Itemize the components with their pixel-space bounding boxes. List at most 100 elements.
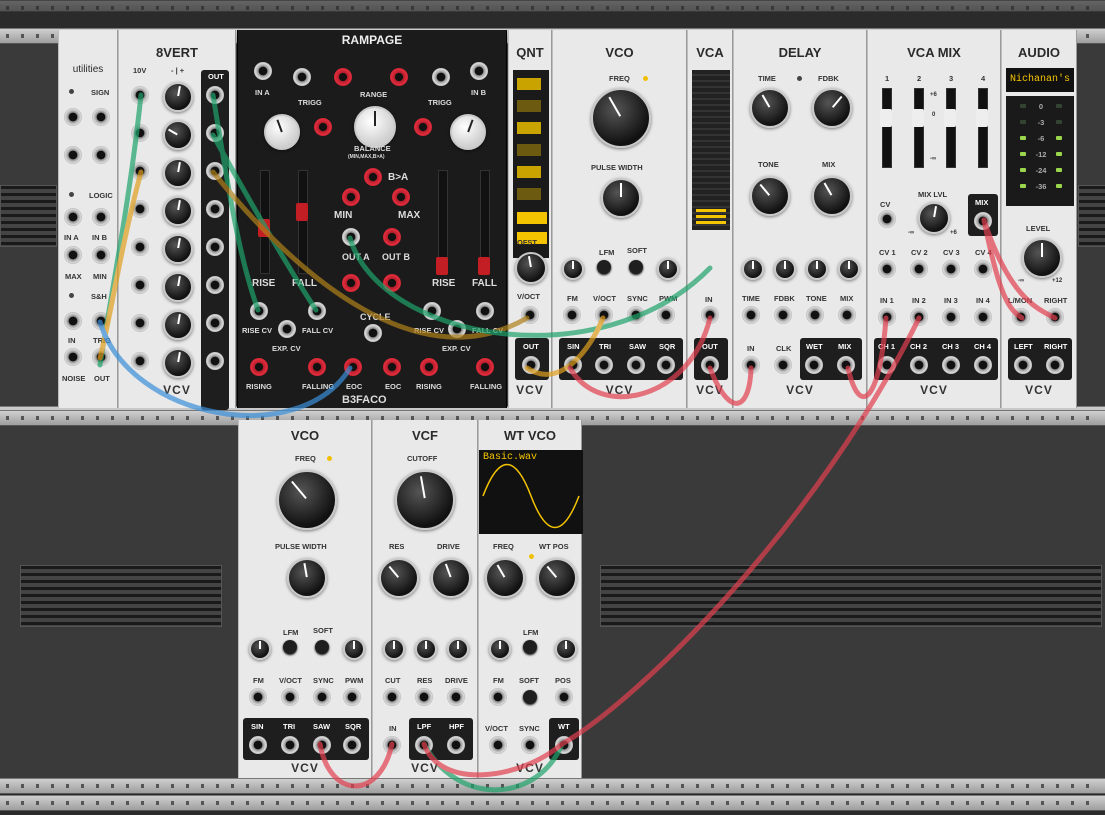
jack[interactable] — [64, 246, 82, 264]
attenuverter-knob[interactable] — [163, 310, 193, 340]
jack[interactable] — [64, 108, 82, 126]
fader-handle[interactable] — [976, 109, 988, 127]
jack[interactable] — [383, 274, 401, 292]
jack[interactable] — [131, 238, 149, 256]
attenuverter-knob[interactable] — [163, 196, 193, 226]
jack[interactable] — [293, 68, 311, 86]
attenuverter-knob[interactable] — [163, 348, 193, 378]
level-knob[interactable] — [1022, 238, 1062, 278]
knob[interactable] — [450, 114, 486, 150]
jack[interactable] — [343, 736, 361, 754]
jack[interactable] — [92, 146, 110, 164]
jack[interactable] — [1046, 308, 1064, 326]
jack[interactable] — [313, 736, 331, 754]
jack[interactable] — [942, 260, 960, 278]
rampage-module[interactable]: RAMPAGE IN A TRIGG RANGE TRIGG IN B BALA… — [237, 30, 507, 408]
time-knob[interactable] — [750, 88, 790, 128]
key[interactable] — [517, 166, 541, 178]
fader[interactable] — [258, 170, 270, 274]
jack[interactable] — [563, 306, 581, 324]
jack[interactable] — [92, 208, 110, 226]
channel-fader[interactable] — [880, 88, 892, 168]
jack[interactable] — [595, 356, 613, 374]
jack[interactable] — [910, 356, 928, 374]
jack[interactable] — [281, 688, 299, 706]
fader-handle[interactable] — [296, 203, 308, 221]
jack[interactable] — [447, 688, 465, 706]
jack[interactable] — [555, 736, 573, 754]
jack[interactable] — [878, 210, 896, 228]
knob[interactable] — [343, 638, 365, 660]
key[interactable] — [517, 212, 547, 224]
soft-button[interactable] — [629, 260, 643, 274]
cutoff-knob[interactable] — [395, 470, 455, 530]
jack[interactable] — [249, 736, 267, 754]
jack[interactable] — [64, 146, 82, 164]
jack[interactable] — [342, 188, 360, 206]
jack[interactable] — [974, 260, 992, 278]
fader-handle[interactable] — [880, 109, 892, 127]
key[interactable] — [517, 78, 541, 90]
jack[interactable] — [910, 260, 928, 278]
key[interactable] — [517, 144, 541, 156]
fader-handle[interactable] — [478, 257, 490, 275]
jack[interactable] — [206, 276, 224, 294]
jack[interactable] — [657, 306, 675, 324]
jack[interactable] — [595, 306, 613, 324]
knob[interactable] — [447, 638, 469, 660]
drive-knob[interactable] — [431, 558, 471, 598]
freq-knob[interactable] — [591, 88, 651, 148]
jack[interactable] — [415, 736, 433, 754]
lfm-button[interactable] — [283, 640, 297, 654]
jack[interactable] — [447, 736, 465, 754]
jack[interactable] — [489, 688, 507, 706]
fader-handle[interactable] — [944, 109, 956, 127]
jack[interactable] — [342, 228, 360, 246]
jack[interactable] — [131, 162, 149, 180]
fader[interactable] — [296, 170, 308, 274]
jack[interactable] — [415, 688, 433, 706]
jack[interactable] — [313, 688, 331, 706]
fader[interactable] — [478, 170, 490, 275]
jack[interactable] — [910, 308, 928, 326]
audio-module[interactable]: AUDIO Nichanan's 0 -3 -6 -12 -24 -36 LEVEL -∞… — [1001, 30, 1077, 408]
jack[interactable] — [742, 306, 760, 324]
jack[interactable] — [131, 314, 149, 332]
jack[interactable] — [805, 356, 823, 374]
key[interactable] — [517, 100, 541, 112]
vco-bottom-module[interactable]: VCO FREQ PULSE WIDTH LFM SOFT FM V/OCT S… — [238, 420, 372, 778]
fdbk-knob[interactable] — [812, 88, 852, 128]
jack[interactable] — [555, 688, 573, 706]
knob[interactable] — [383, 638, 405, 660]
attenuverter-knob[interactable] — [163, 82, 193, 112]
jack[interactable] — [383, 358, 401, 376]
jack[interactable] — [878, 260, 896, 278]
pw-knob[interactable] — [287, 558, 327, 598]
delay-module[interactable]: DELAY TIME FDBK TONE MIX TIME FDBK TONE … — [733, 30, 867, 408]
jack[interactable] — [489, 736, 507, 754]
jack[interactable] — [414, 118, 432, 136]
jack[interactable] — [838, 306, 856, 324]
jack[interactable] — [383, 228, 401, 246]
jack[interactable] — [878, 356, 896, 374]
jack[interactable] — [342, 274, 360, 292]
jack[interactable] — [774, 356, 792, 374]
jack[interactable] — [92, 246, 110, 264]
jack[interactable] — [476, 358, 494, 376]
jack[interactable] — [364, 324, 382, 342]
jack[interactable] — [521, 306, 539, 324]
knob[interactable] — [774, 258, 796, 280]
jack[interactable] — [308, 302, 326, 320]
jack[interactable] — [806, 306, 824, 324]
jack[interactable] — [448, 320, 466, 338]
jack[interactable] — [334, 68, 352, 86]
attenuverter-knob[interactable] — [163, 158, 193, 188]
jack[interactable] — [131, 86, 149, 104]
vcf-module[interactable]: VCF CUTOFF RES DRIVE CUT RES DRIVE IN LP… — [372, 420, 478, 778]
jack[interactable] — [250, 302, 268, 320]
jack[interactable] — [476, 302, 494, 320]
jack[interactable] — [1014, 356, 1032, 374]
pw-knob[interactable] — [601, 178, 641, 218]
jack[interactable] — [420, 358, 438, 376]
jack[interactable] — [131, 124, 149, 142]
